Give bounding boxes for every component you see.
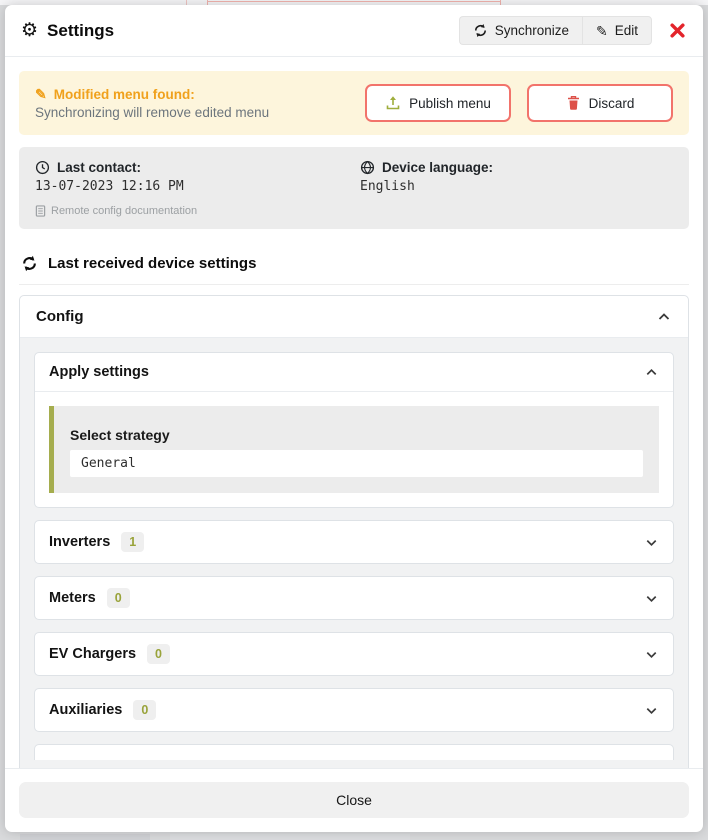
settings-modal: ⚙ Settings Synchronize (5, 5, 703, 832)
auxiliaries-label: Auxiliaries (49, 702, 122, 718)
count-badge: 0 (147, 644, 170, 664)
background-page-bottom (170, 834, 410, 840)
document-icon (35, 205, 46, 217)
apply-settings-accordion: Apply settings Select strategy General (34, 352, 674, 508)
edit-button[interactable]: ✎ Edit (582, 16, 652, 45)
last-contact-label: Last contact: (57, 160, 141, 175)
ev-chargers-header[interactable]: EV Chargers 0 (35, 633, 673, 675)
modal-body[interactable]: ✎ Modified menu found: Synchronizing wil… (5, 57, 703, 768)
publish-menu-label: Publish menu (409, 96, 491, 111)
refresh-icon (21, 255, 38, 272)
background-page-bottom (20, 834, 150, 840)
apply-settings-body: Select strategy General (35, 391, 673, 507)
select-strategy-label: Select strategy (70, 427, 643, 443)
select-strategy-box: Select strategy General (49, 406, 659, 493)
chevron-up-icon (656, 309, 672, 325)
meters-header[interactable]: Meters 0 (35, 577, 673, 619)
config-title: Config (36, 308, 83, 325)
ev-chargers-label: EV Chargers (49, 646, 136, 662)
trash-icon (566, 95, 581, 111)
publish-menu-button[interactable]: Publish menu (365, 84, 511, 122)
refresh-icon (473, 23, 488, 38)
last-received-heading: Last received device settings (21, 255, 687, 272)
globe-icon (360, 160, 375, 175)
modal-header: ⚙ Settings Synchronize (5, 5, 703, 57)
remote-config-doc-link[interactable]: Remote config documentation (35, 205, 348, 217)
device-info-panel: Last contact: 13-07-2023 12:16 PM Remote… (19, 147, 689, 229)
gear-icon: ⚙ (21, 21, 38, 40)
config-accordion: Config Apply settings Sel (19, 295, 689, 768)
accordion-item-ev-chargers: EV Chargers 0 (34, 632, 674, 676)
discard-label: Discard (589, 96, 635, 111)
publish-upload-icon (385, 95, 401, 111)
synchronize-label: Synchronize (495, 23, 569, 38)
close-icon[interactable] (667, 20, 688, 41)
apply-settings-title: Apply settings (49, 364, 149, 380)
count-badge: 0 (107, 588, 130, 608)
alert-message: Synchronizing will remove edited menu (35, 105, 269, 120)
clock-icon (35, 160, 50, 175)
chevron-up-icon (644, 365, 659, 380)
edit-label: Edit (615, 23, 638, 38)
section-heading-label: Last received device settings (48, 255, 256, 272)
alert-title: Modified menu found: (54, 87, 195, 102)
chevron-down-icon (644, 591, 659, 606)
modal-footer: Close (5, 768, 703, 832)
apply-settings-header[interactable]: Apply settings (35, 353, 673, 391)
meters-label: Meters (49, 590, 96, 606)
count-badge: 1 (121, 532, 144, 552)
divider (19, 284, 689, 285)
last-contact-value: 13-07-2023 12:16 PM (35, 179, 348, 194)
inverters-label: Inverters (49, 534, 110, 550)
accordion-item-partial[interactable] (34, 744, 674, 760)
page-title: Settings (47, 21, 114, 41)
inverters-header[interactable]: Inverters 1 (35, 521, 673, 563)
accordion-item-inverters: Inverters 1 (34, 520, 674, 564)
chevron-down-icon (644, 703, 659, 718)
accordion-item-meters: Meters 0 (34, 576, 674, 620)
synchronize-button[interactable]: Synchronize (459, 16, 582, 45)
auxiliaries-header[interactable]: Auxiliaries 0 (35, 689, 673, 731)
count-badge: 0 (133, 700, 156, 720)
config-accordion-header[interactable]: Config (20, 296, 688, 337)
accordion-item-auxiliaries: Auxiliaries 0 (34, 688, 674, 732)
pencil-icon: ✎ (596, 24, 608, 38)
close-button[interactable]: Close (19, 782, 689, 818)
device-language-value: English (360, 179, 673, 194)
doc-link-label: Remote config documentation (51, 205, 197, 217)
strategy-value-field[interactable]: General (70, 450, 643, 477)
chevron-down-icon (644, 647, 659, 662)
pencil-icon: ✎ (35, 87, 47, 101)
config-accordion-body: Apply settings Select strategy General (20, 337, 688, 768)
modified-menu-alert: ✎ Modified menu found: Synchronizing wil… (19, 71, 689, 135)
chevron-down-icon (644, 535, 659, 550)
discard-button[interactable]: Discard (527, 84, 673, 122)
device-language-label: Device language: (382, 160, 493, 175)
